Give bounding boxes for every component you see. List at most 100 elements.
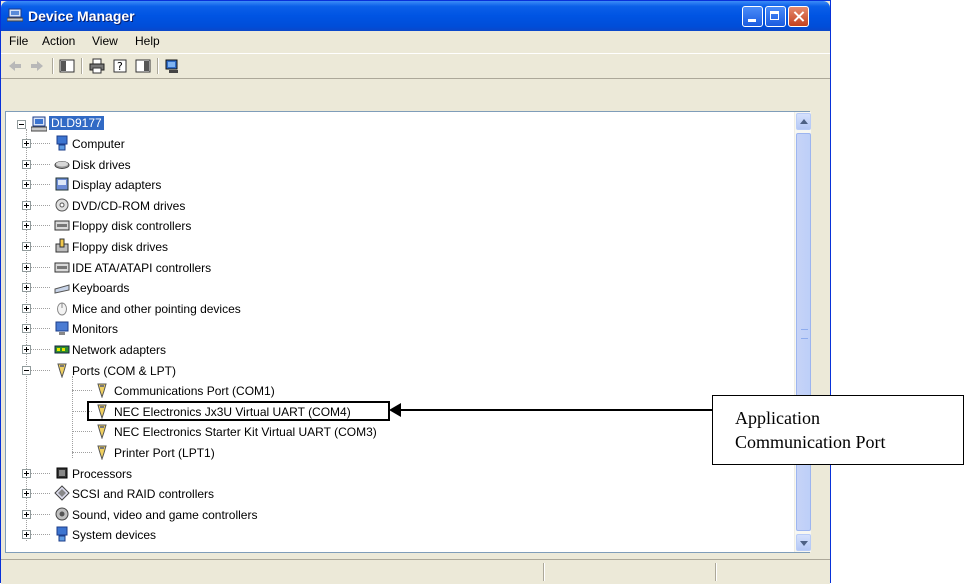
- tree-category-label: Processors: [72, 467, 133, 481]
- expand-button[interactable]: [22, 139, 31, 148]
- highlight-box: [87, 401, 390, 421]
- window-title: Device Manager: [28, 8, 135, 24]
- tree-category-label: Disk drives: [72, 158, 131, 172]
- menu-help[interactable]: Help: [135, 34, 160, 48]
- print-icon[interactable]: [89, 58, 105, 74]
- display-adapter-icon: [55, 177, 69, 191]
- tree-category-label: IDE ATA/ATAPI controllers: [72, 261, 212, 275]
- controller-icon: [54, 262, 70, 273]
- status-bar: [1, 559, 830, 584]
- callout-line-2: Communication Port: [735, 432, 886, 452]
- toolbar-separator: [81, 58, 83, 74]
- toolbar: ?: [1, 53, 830, 79]
- scsi-icon: [54, 485, 70, 501]
- device-manager-window: Device Manager File Action View Help ? D…: [0, 0, 831, 584]
- keyboard-icon: [54, 284, 70, 294]
- tree-category-label: Sound, video and game controllers: [72, 508, 258, 522]
- tree-category-label: SCSI and RAID controllers: [72, 487, 215, 501]
- menu-view[interactable]: View: [92, 34, 118, 48]
- status-separator: [715, 563, 717, 581]
- port-icon: [97, 383, 107, 398]
- forward-arrow-icon[interactable]: [29, 58, 45, 74]
- callout-line-1: Application: [735, 408, 820, 428]
- system-icon: [56, 526, 68, 542]
- disk-drive-icon: [54, 161, 70, 169]
- svg-text:?: ?: [117, 60, 123, 73]
- tree-category-label: Floppy disk controllers: [72, 219, 192, 233]
- menu-action[interactable]: Action: [42, 34, 75, 48]
- expand-button[interactable]: [22, 510, 31, 519]
- scan-hardware-icon[interactable]: [164, 58, 180, 74]
- back-arrow-icon[interactable]: [7, 58, 23, 74]
- expand-button[interactable]: [22, 160, 31, 169]
- expand-button[interactable]: [22, 242, 31, 251]
- menu-file[interactable]: File: [9, 34, 28, 48]
- collapse-root-button[interactable]: [17, 120, 26, 129]
- tree-category-label: Mice and other pointing devices: [72, 302, 241, 316]
- title-bar[interactable]: Device Manager: [1, 1, 830, 31]
- expand-button[interactable]: [22, 324, 31, 333]
- scroll-up-button[interactable]: [796, 113, 811, 130]
- maximize-button[interactable]: [765, 6, 786, 27]
- vertical-scrollbar[interactable]: [794, 112, 811, 552]
- tree-connector: [26, 129, 27, 541]
- expand-button[interactable]: [22, 180, 31, 189]
- toolbar-separator: [52, 58, 54, 74]
- expand-button[interactable]: [22, 469, 31, 478]
- tree-category-label: Network adapters: [72, 343, 167, 357]
- tree-port-label: Communications Port (COM1): [114, 384, 275, 398]
- collapse-button[interactable]: [22, 366, 31, 375]
- expand-button[interactable]: [22, 304, 31, 313]
- tree-category-label: System devices: [72, 528, 157, 542]
- expand-button[interactable]: [22, 283, 31, 292]
- mouse-icon: [57, 302, 67, 316]
- expand-button[interactable]: [22, 489, 31, 498]
- tree-port-label: NEC Electronics Starter Kit Virtual UART…: [114, 425, 377, 439]
- tree-category-label: DVD/CD-ROM drives: [72, 199, 186, 213]
- up-arrow-icon: [800, 119, 808, 124]
- tree-category-label: Computer: [72, 137, 125, 151]
- monitor-icon: [55, 321, 69, 335]
- port-icon: [97, 445, 107, 460]
- grip-icon: [801, 329, 808, 339]
- scroll-down-button[interactable]: [796, 534, 811, 551]
- menu-bar: File Action View Help: [1, 31, 830, 51]
- show-hide-console-tree-icon[interactable]: [59, 58, 75, 74]
- expand-button[interactable]: [22, 345, 31, 354]
- port-icon: [97, 424, 107, 439]
- tree-connector: [72, 376, 73, 458]
- floppy-drive-icon: [55, 238, 69, 253]
- tree-connector: [72, 431, 92, 432]
- close-button[interactable]: [788, 6, 809, 27]
- expand-button[interactable]: [22, 221, 31, 230]
- expand-button[interactable]: [22, 201, 31, 210]
- port-icon: [57, 363, 67, 378]
- dvd-drive-icon: [55, 198, 69, 212]
- tree-category-label: Ports (COM & LPT): [72, 364, 177, 378]
- callout-arrow: [400, 409, 712, 411]
- sound-icon: [55, 507, 69, 521]
- device-tree[interactable]: DLD9177 Computer Disk drives Display adapt…: [5, 111, 810, 553]
- tree-category-label: Display adapters: [72, 178, 162, 192]
- tree-port-label: Printer Port (LPT1): [114, 446, 215, 460]
- properties-icon[interactable]: [135, 58, 151, 74]
- minimize-button[interactable]: [742, 6, 763, 27]
- controller-icon: [54, 220, 70, 231]
- tree-category-label: Keyboards: [72, 281, 130, 295]
- tree-connector: [72, 452, 92, 453]
- status-separator: [543, 563, 545, 581]
- processor-icon: [56, 467, 68, 479]
- tree-connector: [72, 390, 92, 391]
- expand-button[interactable]: [22, 530, 31, 539]
- network-adapter-icon: [54, 345, 70, 354]
- callout-box: Application Communication Port: [712, 395, 964, 465]
- computer-icon: [56, 135, 68, 151]
- help-icon[interactable]: ?: [113, 58, 129, 74]
- tree-category-label: Floppy disk drives: [72, 240, 169, 254]
- down-arrow-icon: [800, 541, 808, 546]
- device-manager-icon: [7, 8, 23, 22]
- expand-button[interactable]: [22, 263, 31, 272]
- toolbar-separator: [157, 58, 159, 74]
- computer-icon: [31, 116, 47, 132]
- scroll-thumb[interactable]: [796, 133, 811, 531]
